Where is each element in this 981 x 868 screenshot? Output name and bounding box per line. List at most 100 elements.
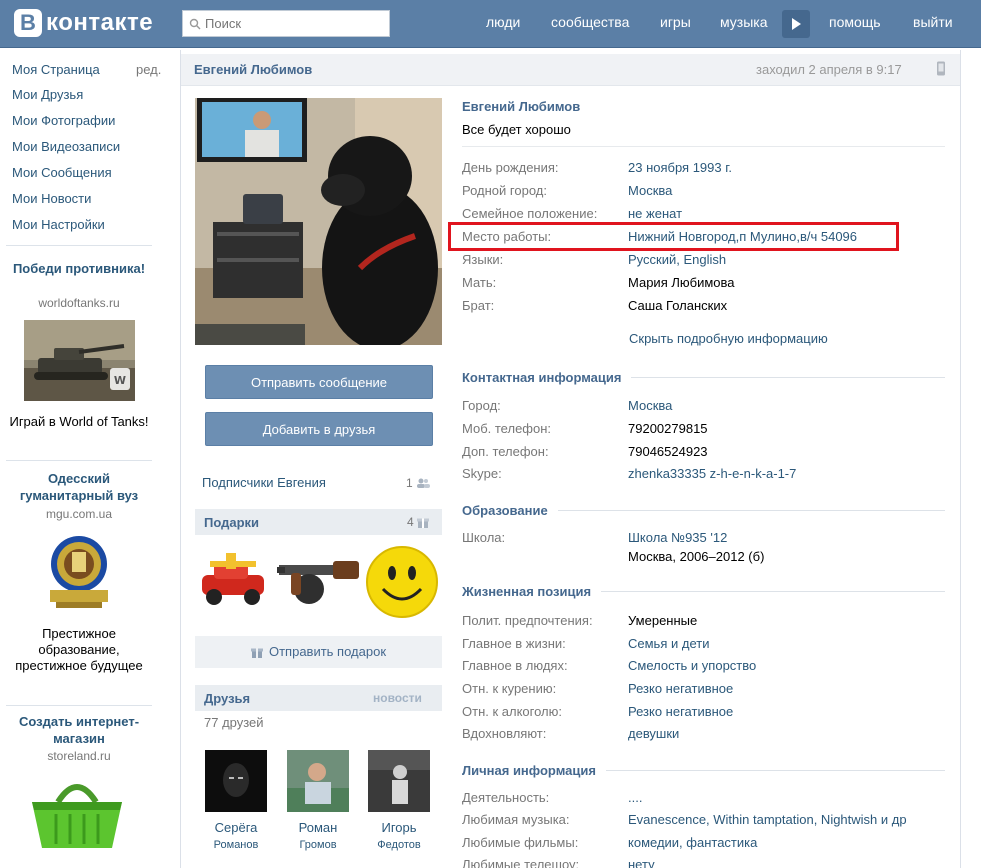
friend-first-name: Серёга <box>214 820 258 835</box>
subscribers-count: 1 <box>406 476 413 490</box>
school-value[interactable]: Школа №935 '12 <box>628 530 727 545</box>
friends-news-link[interactable]: новости <box>373 691 422 705</box>
music-value[interactable]: Evanescence, Within tamptation, Nightwis… <box>628 812 907 827</box>
mother-value[interactable]: Мария Любимова <box>628 275 735 290</box>
add-friend-button[interactable]: Добавить в друзья <box>205 412 433 446</box>
gift-icon <box>416 518 429 528</box>
inspired-by-value[interactable]: девушки <box>628 726 679 741</box>
movies-value[interactable]: комедии, фантастика <box>628 835 757 850</box>
brother-value[interactable]: Саша Голанских <box>628 298 727 313</box>
svg-text:W: W <box>114 374 126 387</box>
send-gift-button[interactable]: Отправить подарок <box>195 636 442 668</box>
contact-title: Контактная информация <box>462 370 622 385</box>
info-label: Любимая музыка: <box>462 812 570 827</box>
vk-logo[interactable]: В контакте <box>14 8 153 38</box>
search-icon <box>189 18 201 29</box>
subscribers-link[interactable]: Подписчики Евгения <box>202 475 326 490</box>
send-gift-label: Отправить подарок <box>268 644 387 659</box>
friend-first-name: Роман <box>298 820 338 835</box>
ad-image-emblem[interactable] <box>42 530 117 613</box>
menu-divider <box>6 245 152 246</box>
status-text[interactable]: Все будет хорошо <box>462 122 571 137</box>
friend-avatar[interactable] <box>287 750 349 812</box>
info-label: Языки: <box>462 252 504 267</box>
friend-name[interactable]: Роман Громов <box>278 820 358 853</box>
info-label: Отн. к курению: <box>462 681 557 696</box>
menu-my-settings[interactable]: Мои Настройки <box>12 217 105 232</box>
contact-section-header[interactable]: Контактная информация <box>462 370 945 385</box>
info-label: Брат: <box>462 298 495 313</box>
info-divider <box>462 146 945 147</box>
relationship-value[interactable]: не женат <box>628 206 682 221</box>
nav-help[interactable]: помощь <box>829 14 881 30</box>
ad-text[interactable]: Играй в World of Tanks! <box>6 414 152 430</box>
users-icon <box>416 478 430 488</box>
info-label: Родной город: <box>462 183 547 198</box>
tvshows-value[interactable]: нету <box>628 857 655 868</box>
info-label: Главное в людях: <box>462 658 568 673</box>
info-label: Семейное положение: <box>462 206 598 221</box>
ad-text[interactable]: Престижное образование, престижное будущ… <box>6 626 152 674</box>
nav-games[interactable]: игры <box>660 14 691 30</box>
gifts-title[interactable]: Подарки <box>204 515 259 530</box>
smoking-value[interactable]: Резко негативное <box>628 681 733 696</box>
nav-logout[interactable]: выйти <box>913 14 953 30</box>
life-title: Жизненная позиция <box>462 584 592 599</box>
friends-count[interactable]: 77 друзей <box>204 715 264 730</box>
school-detail[interactable]: Москва, 2006–2012 (б) <box>628 549 764 564</box>
menu-my-page[interactable]: Моя Страница <box>12 62 100 77</box>
gift-tommy-gun[interactable] <box>277 547 361 617</box>
menu-my-news[interactable]: Мои Новости <box>12 191 91 206</box>
friend-name[interactable]: Серёга Романов <box>196 820 276 853</box>
ad-title[interactable]: Победи противника! <box>6 260 152 277</box>
friend-name[interactable]: Игорь Федотов <box>359 820 439 853</box>
personal-section-header[interactable]: Личная информация <box>462 763 945 778</box>
friend-avatar[interactable] <box>205 750 267 812</box>
political-value[interactable]: Умеренные <box>628 613 697 628</box>
birthday-value[interactable]: 23 ноября 1993 г. <box>628 160 732 175</box>
music-play-button[interactable] <box>782 10 810 38</box>
info-label: Мать: <box>462 275 497 290</box>
friend-avatar[interactable] <box>368 750 430 812</box>
profile-photo[interactable] <box>195 98 442 345</box>
education-title: Образование <box>462 503 548 518</box>
gifts-count: 4 <box>407 515 414 529</box>
friend-first-name: Игорь <box>381 820 417 835</box>
main-in-life-value[interactable]: Семья и дети <box>628 636 709 651</box>
city-value[interactable]: Москва <box>628 398 672 413</box>
ad-domain: storeland.ru <box>47 749 111 763</box>
friends-title[interactable]: Друзья <box>204 691 250 706</box>
ad-domain: mgu.com.ua <box>45 507 113 521</box>
personal-title: Личная информация <box>462 763 596 778</box>
menu-my-photos[interactable]: Мои Фотографии <box>12 113 115 128</box>
ad-title[interactable]: Одесский гуманитарный вуз <box>6 470 152 504</box>
play-icon <box>792 18 801 30</box>
hide-details-link[interactable]: Скрыть подробную информацию <box>629 331 828 346</box>
edit-link[interactable]: ред. <box>136 62 161 77</box>
search-box[interactable] <box>182 10 390 37</box>
menu-my-friends[interactable]: Мои Друзья <box>12 87 83 102</box>
languages-value[interactable]: Русский, English <box>628 252 726 267</box>
basket-icon[interactable] <box>28 772 126 852</box>
skype-value[interactable]: zhenka33335 z-h-e-n-k-a-1-7 <box>628 466 796 481</box>
ad-image-tank[interactable]: W <box>24 320 135 401</box>
info-label: Skype: <box>462 466 502 481</box>
activity-value[interactable]: .... <box>628 790 642 805</box>
gift-toy-car[interactable] <box>196 547 272 611</box>
education-section-header[interactable]: Образование <box>462 503 945 518</box>
send-message-button[interactable]: Отправить сообщение <box>205 365 433 399</box>
info-label: Доп. телефон: <box>462 444 549 459</box>
alcohol-value[interactable]: Резко негативное <box>628 704 733 719</box>
hometown-value[interactable]: Москва <box>628 183 672 198</box>
nav-music[interactable]: музыка <box>720 14 767 30</box>
main-in-people-value[interactable]: Смелость и упорство <box>628 658 756 673</box>
nav-people[interactable]: люди <box>486 14 520 30</box>
mobile-phone-value: 79200279815 <box>628 421 708 436</box>
life-section-header[interactable]: Жизненная позиция <box>462 584 945 599</box>
search-input[interactable] <box>205 16 375 31</box>
ad-title[interactable]: Создать интернет-магазин <box>6 713 152 747</box>
menu-my-messages[interactable]: Мои Сообщения <box>12 165 112 180</box>
menu-my-videos[interactable]: Мои Видеозаписи <box>12 139 120 154</box>
nav-communities[interactable]: сообщества <box>551 14 629 30</box>
gift-smiley[interactable] <box>365 545 439 619</box>
